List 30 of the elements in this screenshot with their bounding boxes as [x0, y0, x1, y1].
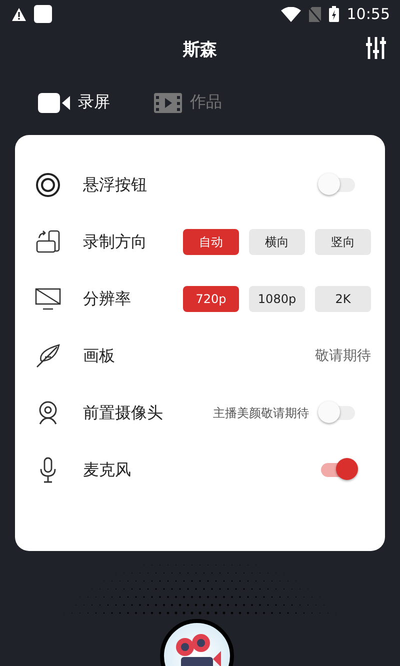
coming-soon-note: 主播美颜敬请期待: [213, 404, 309, 422]
video-camera-icon: [38, 92, 70, 112]
setting-label: 分辨率: [83, 288, 131, 310]
feather-icon: [35, 343, 61, 369]
setting-label: 前置摄像头: [83, 402, 163, 424]
tab[interactable]: 作品: [154, 92, 222, 113]
wifi-icon: [280, 6, 301, 22]
setting-label: 录制方向: [83, 232, 147, 252]
option-chip[interactable]: 自动: [183, 229, 239, 255]
battery-icon: [328, 6, 339, 22]
settings-icon[interactable]: [366, 37, 386, 59]
circle-icon: [35, 172, 61, 198]
film-icon: [154, 92, 182, 112]
option-chip[interactable]: 2K: [315, 286, 371, 312]
no-sim-icon: [308, 6, 321, 22]
setting-label: 麦克风: [83, 460, 131, 480]
status-time: 10:55: [346, 5, 390, 23]
monitor-icon: [35, 286, 61, 312]
notification-icon: [34, 5, 52, 23]
option-chip[interactable]: 竖向: [315, 229, 371, 255]
option-chip[interactable]: 1080p: [249, 286, 305, 312]
setting-label: 悬浮按钮: [83, 174, 147, 196]
option-chip[interactable]: 横向: [249, 229, 305, 255]
warning-icon: [12, 8, 26, 20]
tab[interactable]: 录屏: [38, 92, 110, 113]
rotate-screen-icon: [35, 229, 61, 255]
setting-label: 画板: [83, 346, 115, 366]
app-title: 斯森: [183, 38, 217, 60]
coming-soon-note: 敬请期待: [315, 347, 371, 365]
option-chip[interactable]: 720p: [183, 286, 239, 312]
